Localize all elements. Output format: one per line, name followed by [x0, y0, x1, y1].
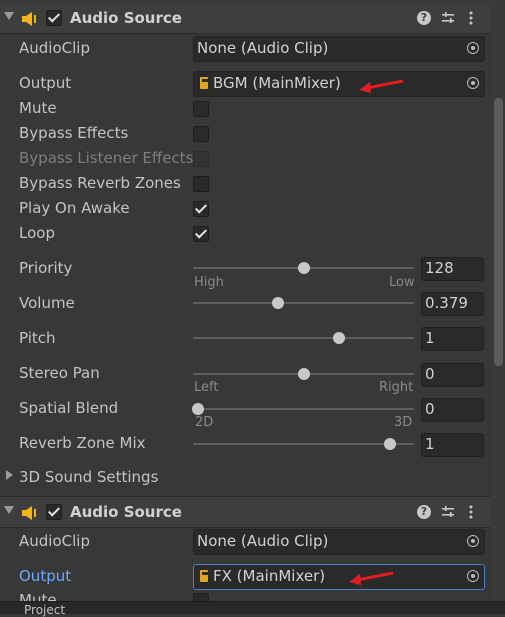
priority-label: Priority — [19, 259, 73, 277]
project-tab-label[interactable]: Project — [24, 604, 65, 616]
output-label: Output — [19, 74, 72, 92]
foldout-arrow-icon[interactable] — [4, 506, 14, 514]
spatial-blend-slider-track[interactable] — [193, 408, 414, 410]
priority-value: 128 — [425, 259, 454, 277]
reverb-zone-mix-label: Reverb Zone Mix — [19, 434, 146, 452]
volume-slider-knob[interactable] — [272, 297, 284, 309]
kebab-menu-icon[interactable] — [464, 505, 478, 519]
bypass-reverb-zones-checkbox[interactable] — [193, 176, 209, 192]
priority-slider-knob[interactable] — [298, 262, 310, 274]
mute-label: Mute — [19, 99, 57, 117]
volume-slider-track[interactable] — [193, 302, 414, 304]
object-picker-icon[interactable] — [467, 535, 479, 547]
output-value: FX (MainMixer) — [213, 567, 326, 585]
stereo-pan-input[interactable]: 0 — [421, 363, 484, 387]
3d-sound-settings-foldout[interactable]: 3D Sound Settings — [19, 468, 158, 486]
project-panel-bar: Project — [0, 601, 505, 616]
speaker-icon — [22, 12, 36, 26]
spatial-blend-label: Spatial Blend — [19, 399, 119, 417]
audioclip-label: AudioClip — [19, 39, 90, 57]
pitch-value: 1 — [425, 329, 435, 347]
priority-max-label: Low — [389, 275, 415, 290]
spatial-blend-min-label: 2D — [195, 415, 214, 430]
bypass-effects-label: Bypass Effects — [19, 124, 129, 142]
scrollbar-thumb[interactable] — [494, 98, 503, 366]
help-icon[interactable]: ? — [417, 505, 431, 519]
presets-icon[interactable] — [441, 11, 455, 25]
priority-min-label: High — [194, 275, 224, 290]
output-value: BGM (MainMixer) — [213, 74, 341, 92]
help-icon[interactable]: ? — [417, 11, 431, 25]
audio-mixer-icon — [200, 570, 208, 582]
bypass-listener-effects-label: Bypass Listener Effects — [19, 149, 194, 167]
component-title: Audio Source — [70, 503, 182, 521]
component-title: Audio Source — [70, 9, 182, 27]
reverb-zone-mix-input[interactable]: 1 — [421, 433, 484, 457]
audio-mixer-icon — [200, 77, 208, 89]
audioclip-field[interactable]: None (Audio Clip) — [193, 529, 485, 555]
reverb-zone-mix-slider-track[interactable] — [193, 443, 414, 445]
pitch-slider-knob[interactable] — [333, 332, 345, 344]
stereo-pan-value: 0 — [425, 365, 435, 383]
bypass-listener-effects-checkbox — [193, 151, 209, 167]
stereo-pan-max-label: Right — [379, 380, 414, 395]
annotation-arrow-icon — [349, 571, 394, 585]
volume-input[interactable]: 0.379 — [421, 292, 484, 316]
reverb-zone-mix-value: 1 — [425, 435, 435, 453]
object-picker-icon[interactable] — [467, 570, 479, 582]
object-picker-icon[interactable] — [467, 42, 479, 54]
loop-checkbox[interactable] — [193, 226, 209, 242]
volume-value: 0.379 — [425, 294, 468, 312]
mute-checkbox[interactable] — [193, 101, 209, 117]
pitch-label: Pitch — [19, 329, 56, 347]
stereo-pan-slider-knob[interactable] — [298, 368, 310, 380]
foldout-arrow-icon[interactable] — [4, 12, 14, 20]
presets-icon[interactable] — [441, 505, 455, 519]
speaker-icon — [22, 506, 36, 520]
audioclip-field[interactable]: None (Audio Clip) — [193, 36, 485, 62]
object-picker-icon[interactable] — [467, 77, 479, 89]
pitch-slider-track[interactable] — [193, 337, 414, 339]
spatial-blend-slider-knob[interactable] — [192, 403, 204, 415]
kebab-menu-icon[interactable] — [464, 11, 478, 25]
annotation-arrow-icon — [359, 79, 404, 93]
stereo-pan-label: Stereo Pan — [19, 364, 100, 382]
play-on-awake-checkbox[interactable] — [193, 201, 209, 217]
pitch-input[interactable]: 1 — [421, 327, 484, 351]
play-on-awake-label: Play On Awake — [19, 199, 130, 217]
audioclip-value: None (Audio Clip) — [197, 39, 329, 57]
audioclip-label: AudioClip — [19, 532, 90, 550]
bypass-effects-checkbox[interactable] — [193, 126, 209, 142]
output-label: Output — [19, 567, 72, 585]
spatial-blend-max-label: 3D — [394, 415, 413, 430]
priority-input[interactable]: 128 — [421, 257, 484, 281]
spatial-blend-value: 0 — [425, 400, 435, 418]
reverb-zone-mix-slider-knob[interactable] — [384, 438, 396, 450]
output-field[interactable]: FX (MainMixer) — [193, 564, 485, 590]
component-header-audio-source-2[interactable]: Audio Source ? — [0, 496, 490, 528]
volume-label: Volume — [19, 294, 75, 312]
loop-label: Loop — [19, 224, 55, 242]
stereo-pan-min-label: Left — [194, 380, 219, 395]
output-field[interactable]: BGM (MainMixer) — [193, 71, 485, 97]
component-enabled-checkbox[interactable] — [46, 10, 62, 26]
bypass-reverb-zones-label: Bypass Reverb Zones — [19, 174, 181, 192]
foldout-arrow-icon[interactable] — [6, 470, 13, 480]
component-enabled-checkbox[interactable] — [46, 504, 62, 520]
audioclip-value: None (Audio Clip) — [197, 532, 329, 550]
spatial-blend-input[interactable]: 0 — [421, 398, 484, 422]
component-header-audio-source-1[interactable]: Audio Source ? — [0, 3, 490, 34]
